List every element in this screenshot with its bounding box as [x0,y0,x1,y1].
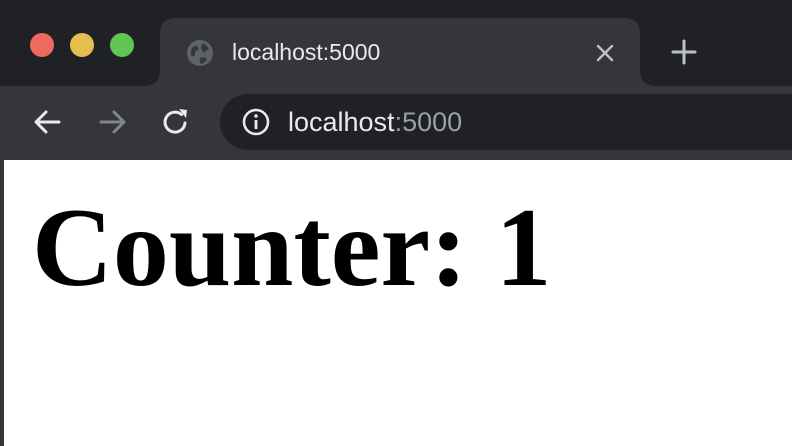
info-icon[interactable] [240,106,272,138]
globe-icon [187,40,213,66]
url-text: localhost:5000 [288,106,462,138]
tab-active[interactable]: localhost:5000 [160,18,640,86]
browser-toolbar: localhost:5000 [0,86,792,160]
browser-window: localhost:5000 localhost:5000 Counter: 1 [0,0,792,446]
window-zoom-button[interactable] [110,33,134,57]
window-close-button[interactable] [30,33,54,57]
close-icon[interactable] [594,42,616,64]
address-bar[interactable]: localhost:5000 [220,94,792,150]
url-port: :5000 [394,107,463,137]
page-title: Counter: 1 [32,186,552,310]
reload-button[interactable] [160,106,192,138]
page-content: Counter: 1 [0,160,792,446]
tab-title: localhost:5000 [232,39,381,65]
forward-button[interactable] [96,106,128,138]
window-minimize-button[interactable] [70,33,94,57]
new-tab-plus-icon[interactable] [670,38,698,66]
back-button[interactable] [32,106,64,138]
url-host: localhost [288,107,395,137]
tab-strip: localhost:5000 [0,0,792,86]
